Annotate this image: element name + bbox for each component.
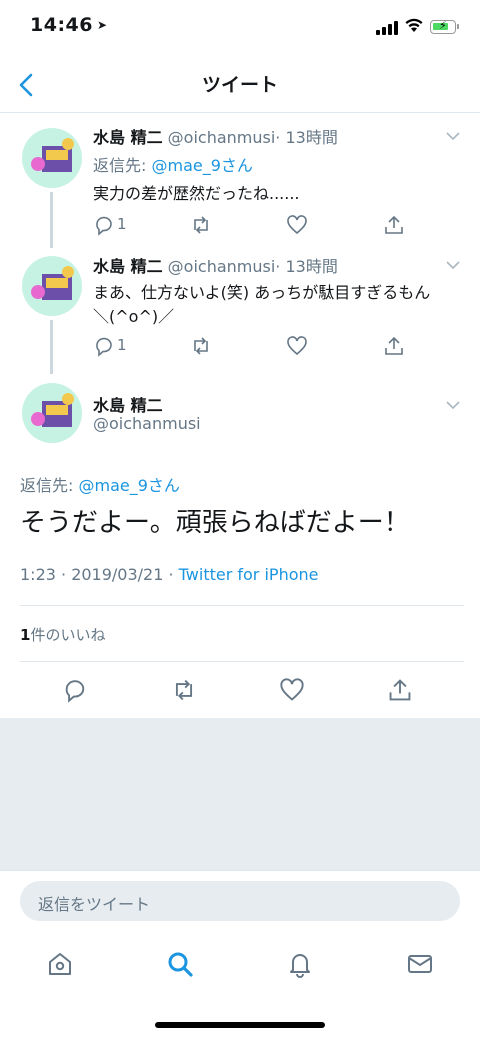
retweet-icon[interactable]	[171, 677, 197, 703]
chevron-down-icon[interactable]	[446, 131, 460, 141]
reply-placeholder: 返信をツイート	[38, 895, 151, 914]
tweet-meta: 1:23 · 2019/03/21 · Twitter for iPhone	[20, 565, 318, 584]
tweet-source-link[interactable]: Twitter for iPhone	[179, 565, 319, 584]
like-icon[interactable]	[286, 214, 308, 236]
avatar[interactable]	[22, 256, 82, 316]
like-icon[interactable]	[279, 677, 305, 703]
home-icon[interactable]	[46, 950, 74, 978]
likes-divider	[20, 661, 464, 662]
thread-line	[50, 320, 53, 374]
user-handle[interactable]: @oichanmusi	[168, 128, 276, 147]
status-time: 14:46 ➤	[30, 14, 108, 36]
reply-icon[interactable]	[62, 677, 88, 703]
avatar-image	[31, 266, 74, 300]
reply-count: 1	[117, 215, 127, 233]
share-icon[interactable]	[383, 214, 405, 236]
chevron-down-icon[interactable]	[446, 260, 460, 270]
home-indicator[interactable]	[155, 1022, 325, 1028]
search-icon[interactable]	[166, 950, 194, 978]
meta-divider	[20, 605, 464, 606]
likes-label: 件のいいね	[30, 626, 106, 644]
header-divider	[0, 112, 480, 113]
avatar[interactable]	[22, 383, 82, 443]
reply-to-link[interactable]: @mae_9さん	[78, 476, 179, 495]
tweet-text-line-1: まあ、仕方ないよ(笑) あっちが駄目すぎるもん	[93, 283, 431, 302]
tweet-header: 水島 精二 @oichanmusi· 13時間	[93, 124, 338, 148]
share-icon[interactable]	[383, 335, 405, 357]
tweet-text-line-2: ＼(^o^)／	[93, 307, 175, 326]
main-tweet-text: そうだよー。頑張らねばだよー！	[20, 508, 410, 538]
reply-to-link[interactable]: @mae_9さん	[151, 156, 252, 175]
wifi-icon	[405, 18, 423, 32]
notifications-icon[interactable]	[286, 950, 314, 978]
avatar[interactable]	[22, 128, 82, 188]
battery-icon: ⚡	[430, 19, 456, 34]
page-title: ツイート	[201, 74, 278, 96]
location-arrow-icon: ➤	[96, 18, 108, 32]
reply-count: 1	[117, 336, 127, 354]
empty-replies-area	[0, 718, 480, 870]
avatar-image	[31, 138, 74, 172]
user-handle[interactable]: @oichanmusi	[93, 414, 201, 433]
reply-bar-divider	[0, 870, 480, 871]
display-name[interactable]: 水島 精二	[93, 128, 163, 147]
reply-icon[interactable]	[93, 335, 115, 357]
retweet-icon[interactable]	[190, 335, 212, 357]
tweet-text: 実力の差が歴然だったね......	[93, 184, 300, 203]
tweet-time: · 13時間	[275, 257, 338, 276]
reply-icon[interactable]	[93, 214, 115, 236]
display-name[interactable]: 水島 精二	[93, 392, 163, 416]
reply-to-line: 返信先: @mae_9さん	[20, 472, 180, 496]
like-icon[interactable]	[286, 335, 308, 357]
reply-to-line: 返信先: @mae_9さん	[93, 152, 253, 176]
cellular-signal-icon	[376, 21, 398, 35]
user-handle[interactable]: @oichanmusi	[168, 257, 276, 276]
share-icon[interactable]	[387, 677, 413, 703]
tweet-timestamp: 1:23 · 2019/03/21 ·	[20, 565, 179, 584]
reply-prefix: 返信先:	[93, 156, 152, 175]
likes-count: 1	[20, 626, 31, 644]
reply-prefix: 返信先:	[20, 476, 79, 495]
tweet-time: · 13時間	[275, 128, 338, 147]
chevron-down-icon[interactable]	[446, 400, 460, 410]
messages-icon[interactable]	[406, 950, 434, 978]
tweet-header: 水島 精二 @oichanmusi· 13時間	[93, 253, 338, 277]
avatar-image	[31, 393, 74, 427]
thread-line	[50, 192, 53, 248]
display-name[interactable]: 水島 精二	[93, 257, 163, 276]
likes-summary[interactable]: 1件のいいね	[20, 624, 105, 645]
retweet-icon[interactable]	[190, 214, 212, 236]
battery-cap	[457, 24, 459, 29]
